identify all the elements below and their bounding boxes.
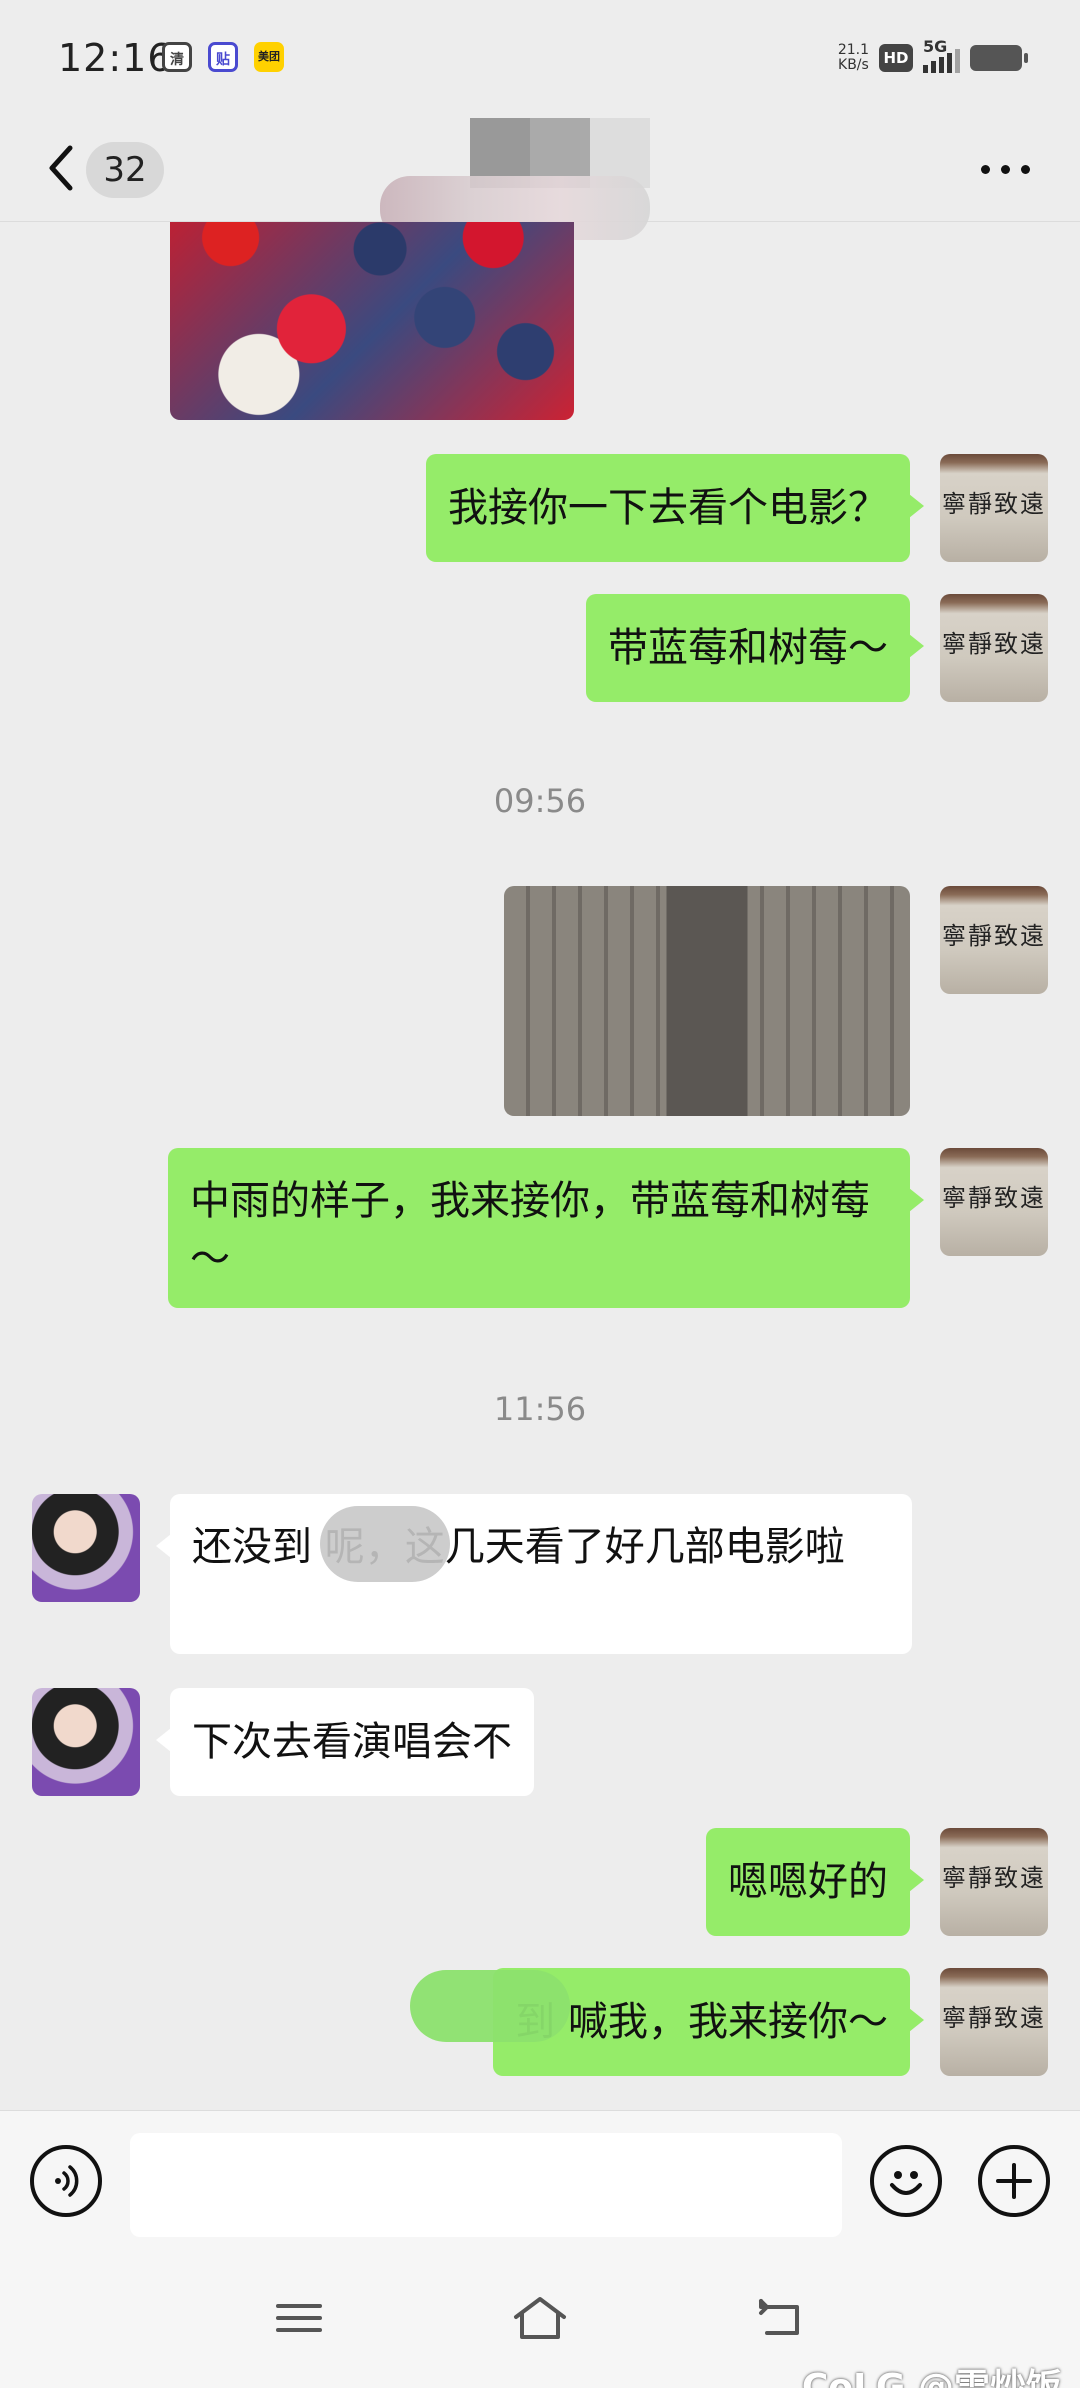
chat-message-list[interactable]: 寧靜致遠 我接你一下去看个电影？ 寧靜致遠 带蓝莓和树莓～ 09:56 寧靜致遠…: [0, 222, 1080, 2110]
home-button[interactable]: [505, 2288, 575, 2348]
my-message-bubble[interactable]: 带蓝莓和树莓～: [586, 594, 924, 702]
my-avatar[interactable]: 寧靜致遠: [940, 1968, 1048, 2076]
my-avatar[interactable]: 寧靜致遠: [940, 886, 1048, 994]
message-timestamp: 09:56: [493, 782, 587, 820]
back-button[interactable]: [40, 136, 84, 200]
chevron-left-icon: [49, 145, 73, 191]
back-nav-button[interactable]: [746, 2288, 816, 2348]
more-options-button[interactable]: [970, 154, 1040, 184]
my-message-bubble[interactable]: 嗯嗯好的: [706, 1828, 924, 1936]
message-timestamp: 11:56: [493, 1390, 587, 1428]
redacted-text-patch: [410, 1970, 570, 2042]
my-avatar[interactable]: 寧靜致遠: [940, 454, 1048, 562]
voice-input-button[interactable]: [30, 2145, 102, 2217]
hd-badge: HD: [879, 44, 913, 72]
redacted-text-patch: [320, 1506, 450, 1582]
watermark: CoLG @雪炒饭: [801, 2367, 1062, 2388]
contact-message-bubble[interactable]: 还没到 呢，这几天看了好几部电影啦: [156, 1494, 912, 1654]
back-arrow-icon: [759, 2299, 799, 2335]
home-icon: [514, 2297, 566, 2339]
recent-apps-button[interactable]: [264, 2288, 334, 2348]
contact-avatar[interactable]: [32, 1688, 140, 1796]
message-text-input[interactable]: [130, 2133, 842, 2237]
meituan-app-icon: 美团: [254, 42, 284, 72]
signal-icon: 5G: [923, 37, 960, 73]
more-functions-button[interactable]: [978, 2145, 1050, 2217]
message-input-bar: [0, 2110, 1080, 2250]
contact-message-bubble[interactable]: 下次去看演唱会不: [156, 1688, 534, 1796]
my-message-bubble[interactable]: 中雨的样子，我来接你，带蓝莓和树莓～: [168, 1148, 924, 1308]
contact-avatar[interactable]: [32, 1494, 140, 1602]
notification-app-icon: 清: [162, 42, 192, 72]
berries-photo-message[interactable]: [170, 222, 574, 420]
building-photo-message[interactable]: [504, 886, 910, 1116]
unread-count-badge: 32: [86, 142, 164, 198]
notification-app-icon: 贴: [208, 42, 238, 72]
battery-icon: [970, 45, 1028, 71]
my-message-bubble[interactable]: 我接你一下去看个电影？: [426, 454, 924, 562]
emoji-button[interactable]: [870, 2145, 942, 2217]
plus-icon: [996, 2163, 1032, 2199]
status-indicators: 21.1 KB/s HD 5G: [837, 37, 1028, 78]
my-avatar[interactable]: 寧靜致遠: [940, 594, 1048, 702]
menu-lines-icon: [276, 2304, 322, 2332]
my-avatar[interactable]: 寧靜致遠: [940, 1148, 1048, 1256]
chat-header: 32: [0, 118, 1080, 240]
emoji-smile-icon: [890, 2171, 922, 2195]
status-time: 12:16: [58, 36, 173, 80]
voice-icon: [55, 2165, 79, 2197]
my-avatar[interactable]: 寧靜致遠: [940, 1828, 1048, 1936]
network-speed: 21.1 KB/s: [837, 42, 869, 73]
status-bar: 12:16 清 贴 美团 21.1 KB/s HD 5G: [0, 0, 1080, 118]
